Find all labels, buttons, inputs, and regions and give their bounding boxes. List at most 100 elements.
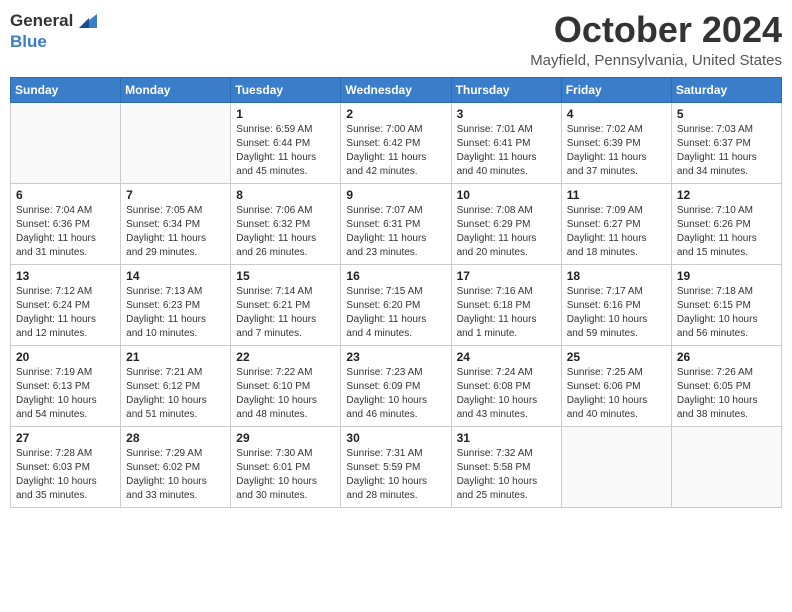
day-cell: 3Sunrise: 7:01 AMSunset: 6:41 PMDaylight… <box>451 102 561 183</box>
sunset-text: Sunset: 6:44 PM <box>236 137 335 151</box>
day-cell: 13Sunrise: 7:12 AMSunset: 6:24 PMDayligh… <box>11 264 121 345</box>
logo-general: General <box>10 11 73 31</box>
day-number: 11 <box>567 188 666 202</box>
day-info: Sunrise: 7:24 AMSunset: 6:08 PMDaylight:… <box>457 366 556 422</box>
day-info: Sunrise: 7:00 AMSunset: 6:42 PMDaylight:… <box>346 123 445 179</box>
day-info: Sunrise: 7:08 AMSunset: 6:29 PMDaylight:… <box>457 204 556 260</box>
daylight-text: Daylight: 10 hours and 25 minutes. <box>457 475 556 503</box>
day-info: Sunrise: 7:32 AMSunset: 5:58 PMDaylight:… <box>457 447 556 503</box>
sunrise-text: Sunrise: 7:32 AM <box>457 447 556 461</box>
daylight-text: Daylight: 11 hours and 37 minutes. <box>567 151 666 179</box>
day-number: 16 <box>346 269 445 283</box>
day-number: 18 <box>567 269 666 283</box>
sunrise-text: Sunrise: 7:14 AM <box>236 285 335 299</box>
daylight-text: Daylight: 10 hours and 48 minutes. <box>236 394 335 422</box>
day-info: Sunrise: 6:59 AMSunset: 6:44 PMDaylight:… <box>236 123 335 179</box>
sunset-text: Sunset: 6:37 PM <box>677 137 776 151</box>
day-info: Sunrise: 7:13 AMSunset: 6:23 PMDaylight:… <box>126 285 225 341</box>
sunrise-text: Sunrise: 7:06 AM <box>236 204 335 218</box>
logo-icon <box>75 10 97 32</box>
daylight-text: Daylight: 11 hours and 40 minutes. <box>457 151 556 179</box>
day-number: 24 <box>457 350 556 364</box>
sunset-text: Sunset: 6:32 PM <box>236 218 335 232</box>
day-info: Sunrise: 7:15 AMSunset: 6:20 PMDaylight:… <box>346 285 445 341</box>
daylight-text: Daylight: 10 hours and 30 minutes. <box>236 475 335 503</box>
day-info: Sunrise: 7:01 AMSunset: 6:41 PMDaylight:… <box>457 123 556 179</box>
day-cell: 6Sunrise: 7:04 AMSunset: 6:36 PMDaylight… <box>11 183 121 264</box>
daylight-text: Daylight: 11 hours and 10 minutes. <box>126 313 225 341</box>
day-number: 17 <box>457 269 556 283</box>
day-info: Sunrise: 7:19 AMSunset: 6:13 PMDaylight:… <box>16 366 115 422</box>
weekday-header-thursday: Thursday <box>451 77 561 102</box>
day-number: 20 <box>16 350 115 364</box>
day-number: 15 <box>236 269 335 283</box>
sunrise-text: Sunrise: 7:10 AM <box>677 204 776 218</box>
day-info: Sunrise: 7:31 AMSunset: 5:59 PMDaylight:… <box>346 447 445 503</box>
sunrise-text: Sunrise: 7:05 AM <box>126 204 225 218</box>
day-cell: 2Sunrise: 7:00 AMSunset: 6:42 PMDaylight… <box>341 102 451 183</box>
sunset-text: Sunset: 6:24 PM <box>16 299 115 313</box>
day-cell: 7Sunrise: 7:05 AMSunset: 6:34 PMDaylight… <box>121 183 231 264</box>
daylight-text: Daylight: 11 hours and 29 minutes. <box>126 232 225 260</box>
sunset-text: Sunset: 6:42 PM <box>346 137 445 151</box>
day-cell: 11Sunrise: 7:09 AMSunset: 6:27 PMDayligh… <box>561 183 671 264</box>
day-info: Sunrise: 7:02 AMSunset: 6:39 PMDaylight:… <box>567 123 666 179</box>
day-cell <box>561 426 671 507</box>
day-cell <box>671 426 781 507</box>
sunrise-text: Sunrise: 6:59 AM <box>236 123 335 137</box>
day-cell: 12Sunrise: 7:10 AMSunset: 6:26 PMDayligh… <box>671 183 781 264</box>
weekday-header-wednesday: Wednesday <box>341 77 451 102</box>
daylight-text: Daylight: 10 hours and 51 minutes. <box>126 394 225 422</box>
sunrise-text: Sunrise: 7:25 AM <box>567 366 666 380</box>
day-number: 30 <box>346 431 445 445</box>
sunrise-text: Sunrise: 7:08 AM <box>457 204 556 218</box>
day-info: Sunrise: 7:25 AMSunset: 6:06 PMDaylight:… <box>567 366 666 422</box>
weekday-header-friday: Friday <box>561 77 671 102</box>
daylight-text: Daylight: 10 hours and 38 minutes. <box>677 394 776 422</box>
day-cell: 20 Sunrise: 7:19 AMSunset: 6:13 PMDayligh… <box>11 345 121 426</box>
daylight-text: Daylight: 11 hours and 12 minutes. <box>16 313 115 341</box>
sunset-text: Sunset: 6:29 PM <box>457 218 556 232</box>
sunset-text: Sunset: 6:26 PM <box>677 218 776 232</box>
sunrise-text: Sunrise: 7:22 AM <box>236 366 335 380</box>
day-cell: 30 Sunrise: 7:31 AMSunset: 5:59 PMDayligh… <box>341 426 451 507</box>
daylight-text: Daylight: 10 hours and 46 minutes. <box>346 394 445 422</box>
day-number: 14 <box>126 269 225 283</box>
day-info: Sunrise: 7:12 AMSunset: 6:24 PMDaylight:… <box>16 285 115 341</box>
day-number: 10 <box>457 188 556 202</box>
sunset-text: Sunset: 6:31 PM <box>346 218 445 232</box>
daylight-text: Daylight: 11 hours and 42 minutes. <box>346 151 445 179</box>
logo: General Blue <box>10 10 97 52</box>
daylight-text: Daylight: 11 hours and 7 minutes. <box>236 313 335 341</box>
daylight-text: Daylight: 11 hours and 26 minutes. <box>236 232 335 260</box>
sunset-text: Sunset: 6:27 PM <box>567 218 666 232</box>
daylight-text: Daylight: 10 hours and 56 minutes. <box>677 313 776 341</box>
sunrise-text: Sunrise: 7:18 AM <box>677 285 776 299</box>
weekday-header-tuesday: Tuesday <box>231 77 341 102</box>
daylight-text: Daylight: 10 hours and 59 minutes. <box>567 313 666 341</box>
sunset-text: Sunset: 6:36 PM <box>16 218 115 232</box>
sunrise-text: Sunrise: 7:01 AM <box>457 123 556 137</box>
daylight-text: Daylight: 10 hours and 33 minutes. <box>126 475 225 503</box>
day-cell: 31Sunrise: 7:32 AMSunset: 5:58 PMDayligh… <box>451 426 561 507</box>
sunrise-text: Sunrise: 7:31 AM <box>346 447 445 461</box>
sunset-text: Sunset: 6:02 PM <box>126 461 225 475</box>
day-cell: 14 Sunrise: 7:13 AMSunset: 6:23 PMDayligh… <box>121 264 231 345</box>
sunrise-text: Sunrise: 7:15 AM <box>346 285 445 299</box>
daylight-text: Daylight: 10 hours and 43 minutes. <box>457 394 556 422</box>
day-info: Sunrise: 7:06 AMSunset: 6:32 PMDaylight:… <box>236 204 335 260</box>
sunset-text: Sunset: 6:05 PM <box>677 380 776 394</box>
day-cell: 15 Sunrise: 7:14 AMSunset: 6:21 PMDayligh… <box>231 264 341 345</box>
sunrise-text: Sunrise: 7:17 AM <box>567 285 666 299</box>
sunrise-text: Sunrise: 7:23 AM <box>346 366 445 380</box>
sunrise-text: Sunrise: 7:02 AM <box>567 123 666 137</box>
sunset-text: Sunset: 6:03 PM <box>16 461 115 475</box>
daylight-text: Daylight: 11 hours and 1 minute. <box>457 313 556 341</box>
daylight-text: Daylight: 11 hours and 15 minutes. <box>677 232 776 260</box>
daylight-text: Daylight: 11 hours and 4 minutes. <box>346 313 445 341</box>
day-number: 25 <box>567 350 666 364</box>
day-cell: 10 Sunrise: 7:08 AMSunset: 6:29 PMDayligh… <box>451 183 561 264</box>
month-title: October 2024 <box>530 10 782 50</box>
daylight-text: Daylight: 10 hours and 28 minutes. <box>346 475 445 503</box>
day-info: Sunrise: 7:14 AMSunset: 6:21 PMDaylight:… <box>236 285 335 341</box>
